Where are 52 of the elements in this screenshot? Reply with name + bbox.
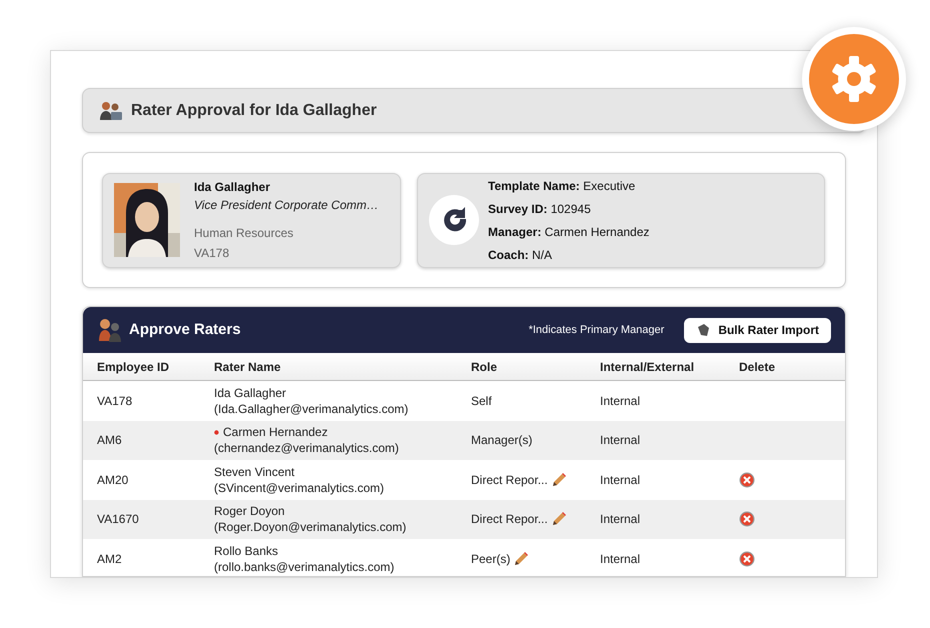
rater-email: (Ida.Gallagher@verimanalytics.com) (214, 400, 410, 417)
bulk-import-button[interactable]: Bulk Rater Import (684, 318, 831, 342)
column-header: Employee ID (97, 360, 170, 374)
survey-field: Survey ID: 102945 (488, 200, 650, 218)
panel-title: Approve Raters (129, 320, 241, 340)
participant-name: Ida Gallagher (194, 179, 272, 196)
employee-id: VA178 (194, 245, 230, 262)
table-cell: Internal (600, 394, 640, 408)
page-title: Rater Approval for Ida Gallagher (131, 100, 377, 120)
rater-name: Roger Doyon (214, 503, 285, 520)
legend-text: *Indicates Primary Manager (528, 322, 664, 338)
rater-email: (chernandez@verimanalytics.com) (214, 440, 400, 456)
table-cell: VA1670 (97, 512, 139, 526)
delete-icon[interactable] (739, 472, 755, 488)
survey-field: Coach: N/A (488, 246, 650, 264)
delete-icon[interactable] (739, 511, 755, 528)
table-cell-text: Self (471, 392, 492, 410)
people-icon (97, 317, 123, 343)
table-cell: VA178 (97, 394, 132, 408)
rater-name: Rollo Banks (214, 542, 278, 559)
pencil-icon[interactable] (550, 511, 567, 528)
survey-field: Template Name: Executive (488, 176, 650, 194)
column-header: Delete (739, 360, 776, 374)
pencil-icon[interactable] (513, 550, 530, 567)
job-title: Vice President Corporate Comm… (194, 197, 379, 214)
table-cell-text: Manager(s) (471, 432, 532, 450)
table-cell: AM20 (97, 472, 128, 487)
table-cell-text: Direct Repor... (471, 511, 548, 528)
table-cell: Internal (600, 472, 640, 487)
department: Human Resources (194, 225, 294, 242)
rater-email: (rollo.banks@verimanalytics.com) (214, 558, 396, 575)
table-cell: Internal (600, 552, 640, 566)
delete-icon[interactable] (739, 550, 755, 567)
table-cell-text: Direct Repor... (471, 472, 548, 489)
table-cell: AM2 (97, 552, 122, 566)
pencil-icon[interactable] (550, 472, 567, 488)
column-header: Rater Name (214, 360, 281, 374)
rater-name: Steven Vincent (214, 464, 295, 480)
rater-name: Ida Gallagher (214, 384, 286, 401)
rater-name: Carmen Hernandez (223, 424, 328, 440)
table-cell: AM6 (97, 433, 122, 448)
column-header: Internal/External (600, 360, 694, 374)
people-icon (99, 100, 123, 122)
table-cell: Internal (600, 433, 640, 448)
settings-icon (809, 34, 899, 124)
survey-field: Manager: Carmen Hernandez (488, 222, 650, 240)
table-cell: Internal (600, 512, 640, 526)
rater-email: (SVincent@verimanalytics.com) (214, 480, 386, 496)
logo-icon (429, 195, 479, 245)
table-cell-text: Peer(s) (471, 550, 510, 568)
column-header: Role (471, 360, 498, 374)
rater-email: (Roger.Doyon@verimanalytics.com) (214, 519, 408, 536)
